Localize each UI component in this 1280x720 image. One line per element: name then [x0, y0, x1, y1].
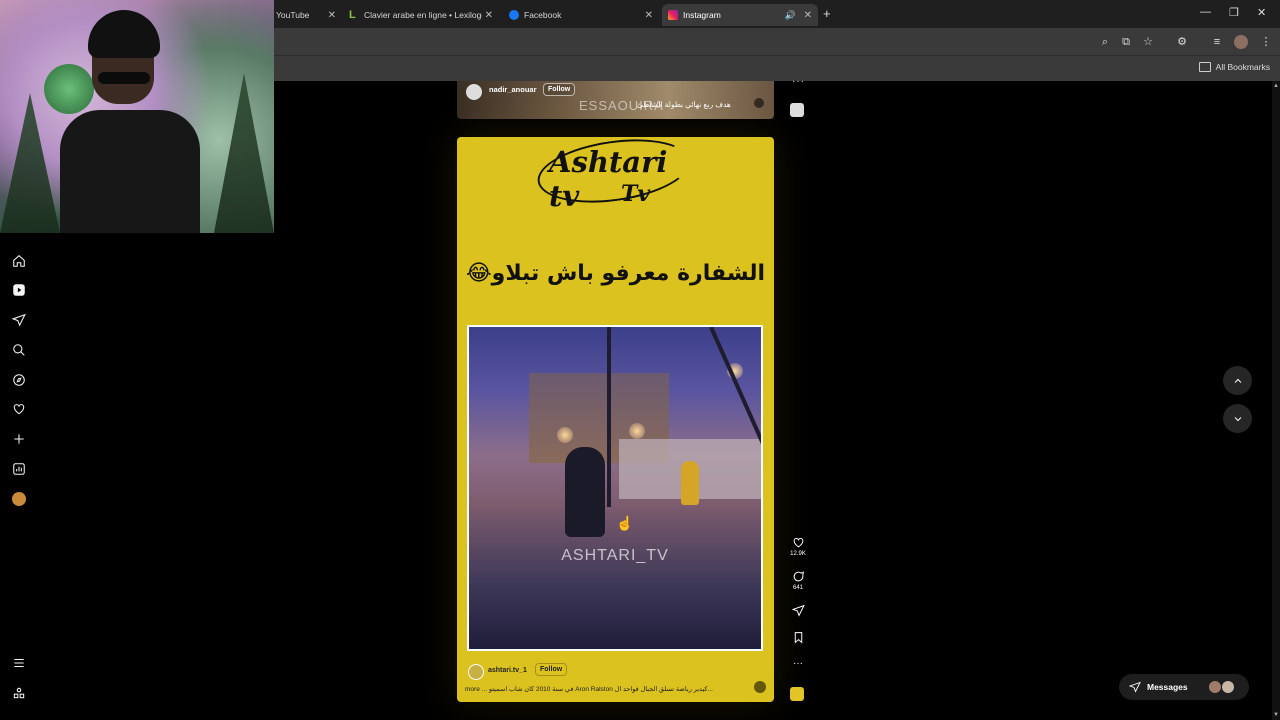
- media-control-icon[interactable]: ≡: [1210, 35, 1224, 49]
- reel-caption[interactable]: more ... ‏في سنة 2010 كان شاب اسميتو Aro…: [465, 685, 735, 693]
- bookmark-star-icon[interactable]: ☆: [1141, 35, 1155, 49]
- bookmark-icon: [794, 632, 802, 644]
- close-tab-icon[interactable]: ✕: [804, 10, 812, 21]
- comment-button[interactable]: 641: [788, 570, 808, 591]
- folder-icon: [1198, 62, 1211, 72]
- tab-instagram[interactable]: Instagram 🔊 ✕: [662, 4, 818, 26]
- reel-audio-thumbnail[interactable]: [790, 687, 804, 701]
- dashboard-icon[interactable]: [12, 462, 26, 476]
- streamer-sunglasses: [98, 72, 150, 84]
- prev-reel-follow-button[interactable]: Follow: [543, 83, 576, 96]
- tab-label: Facebook: [524, 10, 562, 20]
- tab-label: Instagram: [683, 10, 721, 20]
- person-silhouette: [565, 447, 605, 537]
- profile-avatar-nav[interactable]: [12, 492, 26, 506]
- save-button[interactable]: [788, 631, 808, 646]
- messages-label: Messages: [1147, 682, 1188, 692]
- instagram-icon: [668, 10, 678, 20]
- minimize-button[interactable]: —: [1200, 6, 1211, 18]
- like-button[interactable]: 12.9K: [788, 536, 808, 557]
- prev-reel-avatar[interactable]: [466, 84, 482, 100]
- more-menu-icon[interactable]: [12, 656, 26, 670]
- reel-video[interactable]: ASHTARI_TV: [467, 325, 763, 651]
- tab-facebook[interactable]: Facebook ✕: [503, 4, 659, 26]
- previous-reel[interactable]: nadir_anouar Follow ESSAOUIRA هدف ربع نه…: [457, 81, 774, 119]
- streamer-body: [60, 110, 200, 233]
- prev-reel-username[interactable]: nadir_anouar: [489, 85, 537, 94]
- chevron-down-icon: [1234, 416, 1241, 421]
- tab-label: YouTube: [276, 10, 310, 20]
- reel-author-avatar[interactable]: [468, 664, 484, 680]
- more-options-icon[interactable]: ···: [788, 658, 808, 669]
- next-reel-button[interactable]: [1223, 404, 1252, 433]
- message-avatar: [1222, 681, 1234, 693]
- webcam-overlay: [0, 0, 274, 233]
- explore-icon[interactable]: [12, 373, 26, 387]
- home-icon[interactable]: [12, 254, 26, 268]
- close-window-button[interactable]: ✕: [1257, 6, 1266, 19]
- create-plus-icon[interactable]: [12, 432, 26, 446]
- heart-icon: [793, 537, 803, 548]
- street-light: [557, 427, 573, 443]
- hand-cursor-icon: ☝: [616, 515, 634, 531]
- zoom-icon[interactable]: ⌕: [1098, 35, 1112, 49]
- current-reel[interactable]: Ashtari tv Tv الشفارة معرفو باش تبلاو😂 A…: [457, 137, 774, 702]
- scroll-down-arrow[interactable]: ▼: [1273, 712, 1279, 718]
- close-tab-icon[interactable]: ✕: [645, 10, 653, 21]
- page-scrollbar[interactable]: ▲ ▼: [1272, 81, 1280, 720]
- pole-shape: [607, 327, 611, 507]
- chevron-up-icon: [1234, 378, 1241, 383]
- street-light: [629, 423, 645, 439]
- prev-reel-caption: هدف ربع نهائي بطولة الشاطئ: [637, 100, 731, 109]
- extensions-icon[interactable]: ⚙: [1175, 35, 1189, 49]
- notifications-heart-icon[interactable]: [12, 402, 26, 416]
- tab-label: Clavier arabe en ligne • Lexilogos: [364, 10, 482, 20]
- close-tab-icon[interactable]: ✕: [485, 10, 493, 21]
- lexilogos-icon: L: [349, 9, 356, 21]
- search-icon[interactable]: [12, 343, 26, 357]
- mute-icon[interactable]: [754, 681, 766, 693]
- instagram-left-nav: [0, 233, 274, 720]
- reel-headline: الشفارة معرفو باش تبلاو😂: [465, 261, 766, 286]
- tab-youtube[interactable]: YouTube ✕: [270, 4, 342, 26]
- all-bookmarks-button[interactable]: All Bookmarks: [1198, 62, 1270, 72]
- previous-reel-button[interactable]: [1223, 366, 1252, 395]
- new-tab-button[interactable]: +: [823, 6, 831, 21]
- video-watermark: ASHTARI_TV: [561, 547, 669, 564]
- more-options-icon[interactable]: ···: [792, 76, 805, 87]
- share-icon: [791, 604, 805, 617]
- channel-logo: Ashtari tv Tv: [533, 137, 697, 213]
- reel-follow-button[interactable]: Follow: [535, 663, 568, 676]
- tab-lexilogos[interactable]: L Clavier arabe en ligne • Lexilogos ✕: [343, 4, 499, 26]
- prev-reel-audio-thumbnail[interactable]: [790, 103, 804, 117]
- all-bookmarks-label: All Bookmarks: [1215, 62, 1270, 72]
- direct-messages-icon: [1129, 681, 1141, 693]
- menu-kebab-icon[interactable]: ⋮: [1259, 35, 1273, 49]
- planet-shape: [44, 64, 94, 114]
- comment-count: 641: [792, 585, 803, 591]
- share-button[interactable]: [788, 604, 808, 619]
- facebook-icon: [509, 10, 519, 20]
- install-app-icon[interactable]: ⧉: [1119, 35, 1133, 49]
- streamer-beanie: [88, 10, 160, 58]
- mute-icon[interactable]: [754, 98, 764, 108]
- also-from-meta-icon[interactable]: [12, 686, 26, 700]
- reels-icon[interactable]: [12, 283, 26, 297]
- logo-line-2: Tv: [621, 181, 651, 207]
- scroll-up-arrow[interactable]: ▲: [1273, 83, 1279, 89]
- tree-shape: [214, 73, 274, 233]
- messages-button[interactable]: Messages: [1119, 674, 1249, 700]
- restore-button[interactable]: ❐: [1229, 6, 1239, 19]
- profile-avatar[interactable]: [1234, 35, 1248, 49]
- close-tab-icon[interactable]: ✕: [328, 10, 336, 21]
- speaker-icon[interactable]: 🔊: [785, 10, 796, 21]
- tree-shape: [0, 93, 60, 233]
- comment-icon: [793, 571, 804, 582]
- direct-messages-icon[interactable]: [11, 313, 26, 327]
- person-yellow-shirt: [681, 461, 699, 505]
- reel-author-username[interactable]: ashtari.tv_1: [488, 667, 527, 674]
- like-count: 12.9K: [790, 551, 806, 557]
- message-avatar: [1209, 681, 1221, 693]
